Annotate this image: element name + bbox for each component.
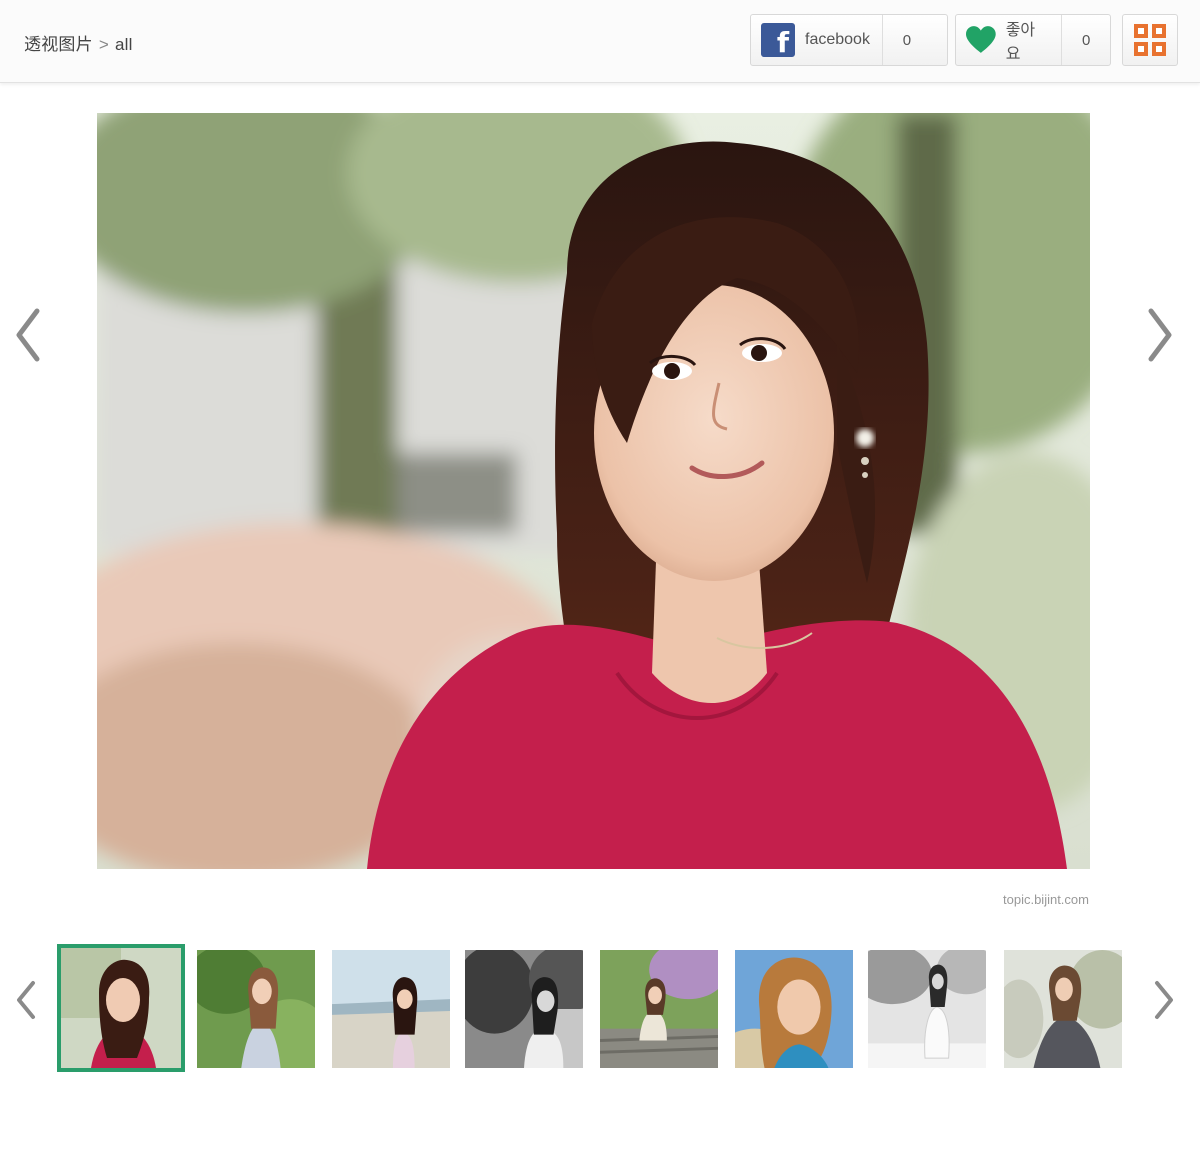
thumbnail-4[interactable] (465, 950, 583, 1068)
thumbnail-7[interactable] (868, 950, 986, 1068)
like-count: 0 (1061, 15, 1110, 65)
like-label: 좋아요 (1005, 22, 1036, 63)
facebook-label: facebook (805, 31, 870, 48)
thumbnail-1[interactable] (57, 944, 185, 1072)
facebook-count: 0 (881, 15, 931, 65)
thumbnail-2[interactable] (197, 950, 315, 1068)
breadcrumb-separator: > (98, 35, 109, 54)
grid-icon (1134, 24, 1166, 56)
header-bar: 透视图片 > all f facebook 0 좋아요 0 (0, 0, 1200, 83)
chevron-right-icon (1155, 981, 1173, 1019)
facebook-icon: f (761, 23, 795, 57)
main-photo (97, 113, 1090, 869)
breadcrumb: 透视图片 > all (24, 30, 133, 55)
thumbnail-strip (0, 940, 1200, 1072)
thumbnail-6[interactable] (735, 950, 853, 1068)
chevron-right-icon (1148, 308, 1172, 362)
prev-photo-button[interactable] (8, 300, 48, 370)
chevron-left-icon (17, 981, 35, 1019)
thumbnails-next-button[interactable] (1144, 965, 1184, 1035)
grid-view-button[interactable] (1122, 14, 1178, 66)
breadcrumb-section[interactable]: 透视图片 (24, 35, 93, 54)
next-photo-button[interactable] (1140, 300, 1180, 370)
heart-icon (966, 26, 996, 53)
chevron-left-icon (16, 308, 40, 362)
thumbnail-3[interactable] (332, 950, 450, 1068)
like-button[interactable]: 좋아요 0 (955, 14, 1111, 66)
breadcrumb-current[interactable]: all (115, 35, 133, 54)
facebook-share-button[interactable]: f facebook 0 (750, 14, 948, 66)
thumbnail-8[interactable] (1004, 950, 1122, 1068)
thumbnail-5[interactable] (600, 950, 718, 1068)
photo-credit: topic.bijint.com (1003, 892, 1089, 907)
thumbnails-prev-button[interactable] (6, 965, 46, 1035)
